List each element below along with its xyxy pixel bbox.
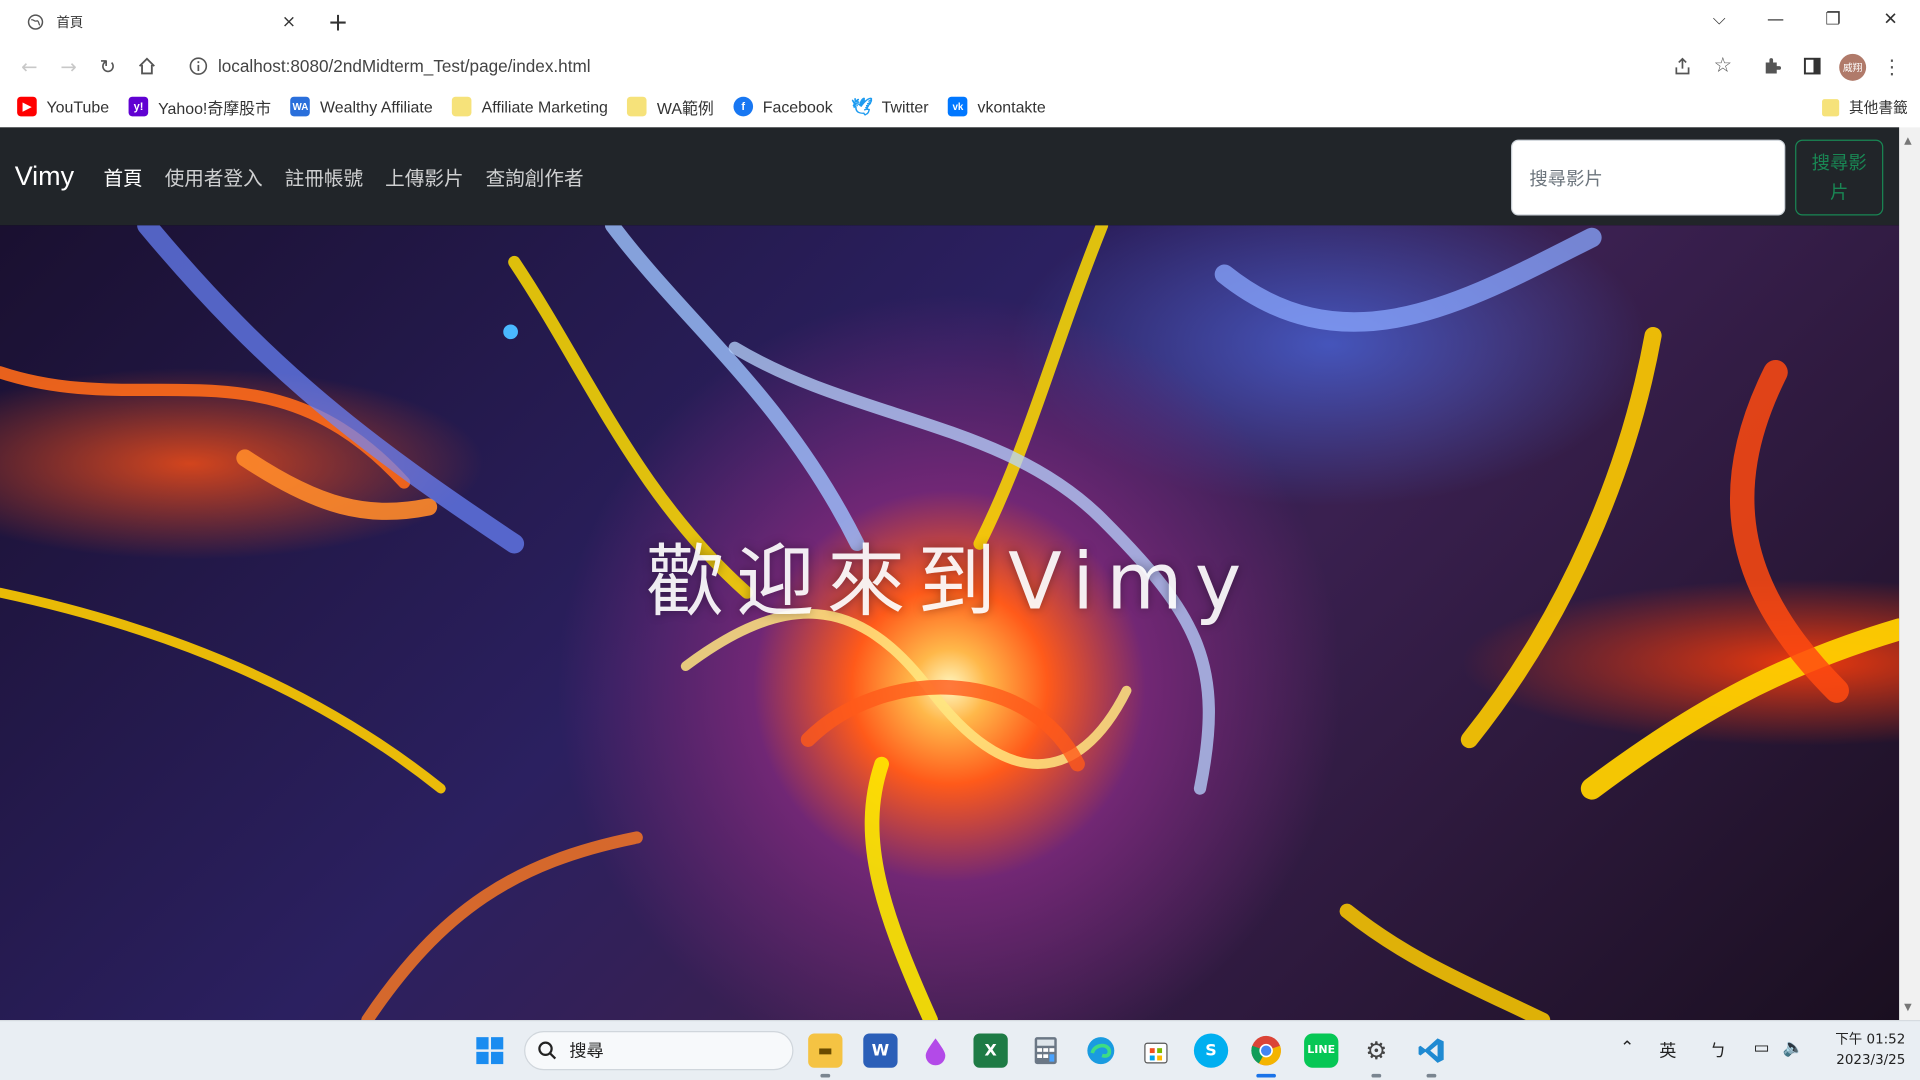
nav-home[interactable]: 首頁 bbox=[103, 162, 142, 191]
vertical-scrollbar[interactable]: ▲ ▼ bbox=[1899, 127, 1920, 1021]
line-app-icon[interactable]: LINE bbox=[1304, 1033, 1339, 1068]
vk-icon: vk bbox=[948, 96, 968, 117]
site-navbar: Vimy 首頁 使用者登入 註冊帳號 上傳影片 查詢創作者 搜尋影片 搜尋影片 bbox=[0, 127, 1900, 226]
windows-start-icon[interactable] bbox=[473, 1033, 507, 1067]
settings-gear-icon[interactable]: ⚙ bbox=[1359, 1033, 1393, 1067]
vscode-icon[interactable] bbox=[1414, 1033, 1448, 1067]
tab-search-icon[interactable]: ⌵ bbox=[1702, 5, 1736, 34]
tab-title: 首頁 bbox=[56, 14, 84, 31]
forward-arrow-icon[interactable]: → bbox=[54, 51, 83, 80]
taskbar-search-box[interactable]: 搜尋 bbox=[524, 1031, 794, 1071]
bookmark-wa-examples[interactable]: WA範例 bbox=[627, 95, 714, 118]
nav-login[interactable]: 使用者登入 bbox=[165, 162, 263, 191]
edge-browser-icon[interactable] bbox=[1084, 1033, 1118, 1067]
reload-icon[interactable]: ↻ bbox=[93, 51, 122, 80]
bookmark-youtube[interactable]: ▶ YouTube bbox=[17, 96, 109, 117]
system-clock[interactable]: 下午 01:52 2023/3/25 bbox=[1820, 1029, 1906, 1071]
new-tab-button[interactable]: + bbox=[323, 7, 352, 36]
running-indicator bbox=[820, 1073, 831, 1078]
bookmark-wealthy-affiliate[interactable]: WA Wealthy Affiliate bbox=[290, 96, 433, 117]
yahoo-icon: y! bbox=[128, 96, 149, 117]
facebook-icon: f bbox=[733, 96, 753, 117]
active-indicator bbox=[1256, 1073, 1276, 1078]
back-arrow-icon[interactable]: ← bbox=[15, 51, 44, 80]
info-icon bbox=[189, 57, 208, 75]
microsoft-store-icon[interactable] bbox=[1139, 1033, 1173, 1067]
bookmarks-bar: ▶ YouTube y! Yahoo!奇摩股市 WA Wealthy Affiliat… bbox=[0, 88, 1920, 125]
skype-icon[interactable]: S bbox=[1193, 1033, 1229, 1068]
bookmark-vkontakte[interactable]: vk vkontakte bbox=[948, 96, 1046, 117]
home-icon[interactable] bbox=[132, 51, 161, 80]
bookmark-twitter[interactable]: 🕊 Twitter bbox=[851, 96, 928, 117]
clock-time: 下午 01:52 bbox=[1835, 1031, 1906, 1047]
calculator-icon[interactable] bbox=[1028, 1033, 1063, 1068]
youtube-icon: ▶ bbox=[17, 96, 37, 117]
address-bar[interactable]: localhost:8080/2ndMidterm_Test/page/inde… bbox=[176, 48, 1726, 85]
windows-taskbar: 搜尋 ▬ W X S LINE ⚙ ⌃ 英 ㄅ ▭ 🔈 下午 01:52 202… bbox=[0, 1020, 1920, 1080]
search-icon bbox=[538, 1041, 557, 1060]
folder-icon bbox=[1822, 98, 1840, 116]
nav-search-creator[interactable]: 查詢創作者 bbox=[486, 162, 584, 191]
side-panel-icon[interactable] bbox=[1798, 51, 1827, 80]
chrome-icon[interactable] bbox=[1249, 1033, 1283, 1067]
window-close-icon[interactable]: ✕ bbox=[1873, 5, 1907, 34]
hero-title: 歡迎來到Vimy bbox=[645, 537, 1254, 629]
nav-register[interactable]: 註冊帳號 bbox=[285, 162, 363, 191]
clock-date: 2023/3/25 bbox=[1836, 1051, 1906, 1068]
url-text: localhost:8080/2ndMidterm_Test/page/inde… bbox=[217, 56, 591, 76]
nav-upload-video[interactable]: 上傳影片 bbox=[385, 162, 463, 191]
page-viewport: Vimy 首頁 使用者登入 註冊帳號 上傳影片 查詢創作者 搜尋影片 搜尋影片 bbox=[0, 127, 1900, 1021]
ime-language-indicator[interactable]: 英 bbox=[1659, 1038, 1676, 1062]
word-icon[interactable]: W bbox=[863, 1033, 898, 1068]
folder-icon bbox=[627, 96, 648, 117]
wa-icon: WA bbox=[290, 96, 311, 117]
bookmark-facebook[interactable]: f Facebook bbox=[733, 96, 833, 117]
ime-mode-icon[interactable]: ㄅ bbox=[1709, 1038, 1726, 1062]
extensions-icon[interactable] bbox=[1757, 51, 1786, 80]
browser-tab[interactable]: 首頁 × bbox=[10, 2, 309, 41]
other-bookmarks[interactable]: 其他書籤 bbox=[1822, 97, 1908, 118]
bookmark-star-icon[interactable]: ☆ bbox=[1708, 51, 1737, 80]
globe-icon bbox=[27, 14, 44, 30]
running-indicator bbox=[1426, 1073, 1437, 1078]
paint-drop-icon[interactable] bbox=[918, 1033, 952, 1067]
tray-overflow-chevron-icon[interactable]: ⌃ bbox=[1620, 1038, 1634, 1058]
network-icon[interactable]: ▭ bbox=[1753, 1038, 1769, 1058]
scroll-up-arrow-icon[interactable]: ▲ bbox=[1904, 135, 1915, 146]
profile-avatar[interactable]: 威翔 bbox=[1839, 53, 1867, 81]
running-indicator bbox=[1371, 1073, 1382, 1078]
hero-background-video: 歡迎來到Vimy bbox=[0, 225, 1900, 1021]
twitter-icon: 🕊 bbox=[851, 96, 873, 116]
share-icon[interactable] bbox=[1668, 51, 1697, 80]
search-video-input[interactable]: 搜尋影片 bbox=[1511, 139, 1786, 216]
minimize-icon[interactable]: — bbox=[1758, 5, 1792, 34]
restore-icon[interactable]: ❐ bbox=[1816, 5, 1850, 34]
excel-icon[interactable]: X bbox=[973, 1033, 1008, 1068]
bookmark-affiliate-marketing[interactable]: Affiliate Marketing bbox=[452, 96, 608, 117]
bookmark-yahoo[interactable]: y! Yahoo!奇摩股市 bbox=[128, 95, 271, 118]
browser-toolbar: ← → ↻ localhost:8080/2ndMidterm_Test/pag… bbox=[0, 44, 1920, 89]
volume-icon[interactable]: 🔈 bbox=[1783, 1038, 1804, 1058]
search-video-button[interactable]: 搜尋影片 bbox=[1795, 139, 1884, 216]
site-brand[interactable]: Vimy bbox=[15, 160, 74, 192]
browser-tab-strip: 首頁 × + ⌵ — ❐ ✕ bbox=[0, 0, 1920, 45]
folder-icon bbox=[452, 96, 472, 117]
menu-kebab-icon[interactable]: ⋮ bbox=[1877, 51, 1906, 80]
file-explorer-icon[interactable]: ▬ bbox=[808, 1033, 843, 1068]
scroll-down-arrow-icon[interactable]: ▼ bbox=[1904, 1002, 1915, 1013]
close-tab-icon[interactable]: × bbox=[277, 10, 301, 34]
